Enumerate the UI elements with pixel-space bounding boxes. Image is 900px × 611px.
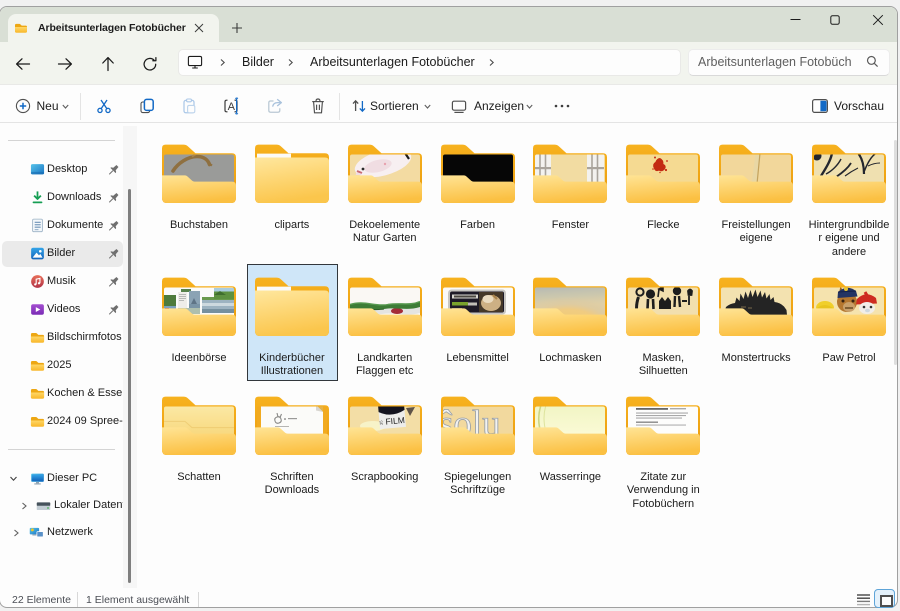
- svg-text:FILM: FILM: [385, 415, 405, 427]
- svg-text:A: A: [228, 101, 236, 113]
